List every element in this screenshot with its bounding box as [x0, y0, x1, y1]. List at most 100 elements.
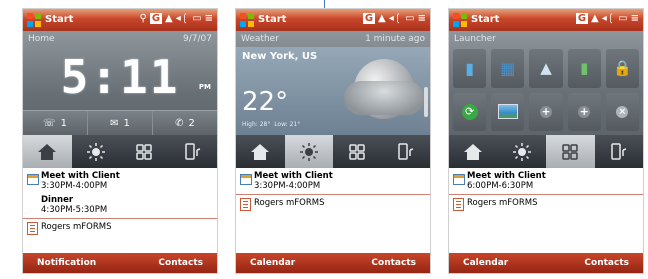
add-icon: +: [578, 104, 591, 118]
missed-call-icon: ✆: [175, 117, 184, 129]
launcher-slot-empty[interactable]: +: [567, 92, 601, 131]
tab-weather[interactable]: [498, 135, 547, 168]
appointment-title: Meet with Client: [41, 171, 120, 181]
today-list: Meet with Client 3:30PM-4:00PM Rogers mF…: [236, 168, 430, 254]
softkey-right[interactable]: Contacts: [371, 258, 416, 268]
appointment-title: Meet with Client: [467, 171, 546, 181]
launcher-slot[interactable]: ▮: [567, 49, 601, 88]
tab-home[interactable]: [23, 135, 72, 168]
home-panel: Home 9/7/07 5:11 PM ☏ 1 ✉ 1 ✆ 2: [23, 31, 217, 135]
battery-icon[interactable]: ▭: [192, 13, 201, 24]
signal-icon[interactable]: ▲: [378, 13, 386, 24]
launcher-slot-empty[interactable]: +: [529, 92, 563, 131]
voicemail-counter[interactable]: ☏ 1: [23, 111, 88, 135]
softkey-left[interactable]: Calendar: [463, 258, 508, 268]
softkey-bar: Calendar Contacts: [449, 253, 643, 273]
panel-title: Weather: [241, 34, 279, 44]
softkey-left[interactable]: Notification: [37, 258, 96, 268]
tab-launcher[interactable]: [546, 135, 595, 168]
launcher-slot[interactable]: 🔒: [605, 49, 639, 88]
g-network-icon: G: [575, 13, 589, 24]
today-list: Meet with Client 3:30PM-4:00PM Dinner 4:…: [23, 168, 217, 254]
softkey-right[interactable]: Contacts: [158, 258, 203, 268]
tab-settings[interactable]: [595, 135, 644, 168]
menu-icon[interactable]: ≡: [418, 13, 426, 24]
windows-flag-icon[interactable]: [239, 12, 255, 28]
divider: [23, 218, 217, 219]
list-item[interactable]: Meet with Client 3:30PM-4:00PM: [236, 171, 430, 191]
divider: [236, 194, 430, 195]
start-button[interactable]: Start: [45, 14, 73, 25]
date-label: 9/7/07: [183, 34, 212, 44]
voicemail-count: 1: [60, 117, 67, 129]
launcher-slot[interactable]: ▲: [529, 49, 563, 88]
launcher-slot[interactable]: ▮: [453, 49, 487, 88]
updated-label: 1 minute ago: [365, 34, 425, 44]
today-list: Meet with Client 6:00PM-6:30PM Rogers mF…: [449, 168, 643, 254]
volume-icon[interactable]: ◂❲: [602, 13, 615, 24]
tab-home[interactable]: [236, 135, 285, 168]
missed-call-count: 2: [188, 117, 195, 129]
list-item[interactable]: Meet with Client 3:30PM-4:00PM: [23, 171, 217, 191]
launcher-slot[interactable]: ⟳: [453, 92, 487, 131]
picture-app-icon: [497, 104, 518, 120]
launcher-slot[interactable]: ▦: [491, 49, 525, 88]
signal-icon[interactable]: ▲: [165, 13, 173, 24]
phone-screen-home: Start ⚲ G ▲ ◂❲ ▭ ≡ Home 9/7/07 5:11 PM ☏…: [22, 8, 218, 274]
list-item[interactable]: Rogers mFORMS: [449, 198, 643, 211]
grid-icon: [349, 143, 365, 160]
calendar-icon: [240, 174, 252, 185]
softkey-right[interactable]: Contacts: [584, 258, 629, 268]
menu-icon[interactable]: ≡: [205, 13, 213, 24]
panel-title: Home: [28, 34, 55, 44]
volume-icon[interactable]: ◂❲: [389, 13, 402, 24]
city-label[interactable]: New York, US: [242, 51, 317, 62]
list-item[interactable]: Dinner 4:30PM-5:30PM: [23, 195, 217, 215]
tab-settings[interactable]: [169, 135, 218, 168]
windows-flag-icon[interactable]: [452, 12, 468, 28]
tab-launcher[interactable]: [120, 135, 169, 168]
weather-panel: Weather 1 minute ago New York, US 22° Hi…: [236, 31, 430, 135]
sun-icon: [512, 142, 531, 161]
launcher-slot[interactable]: [491, 92, 525, 131]
ampm-label: PM: [198, 83, 211, 91]
start-button[interactable]: Start: [471, 14, 499, 25]
message-icon: ✉: [110, 117, 119, 129]
clock-time[interactable]: 5:11: [61, 50, 180, 104]
launcher-slot-empty[interactable]: ×: [605, 92, 639, 131]
tab-weather[interactable]: [72, 135, 121, 168]
menu-icon[interactable]: ≡: [631, 13, 639, 24]
tab-bar: [449, 135, 643, 168]
lock-app-icon: 🔒: [613, 59, 632, 78]
tab-weather[interactable]: [284, 135, 333, 168]
appointment-time: 4:30PM-5:30PM: [41, 205, 108, 215]
scroll-handle[interactable]: [424, 87, 428, 117]
missed-call-counter[interactable]: ✆ 2: [153, 111, 217, 135]
tab-settings[interactable]: [382, 135, 431, 168]
tab-home[interactable]: [449, 135, 498, 168]
softkey-left[interactable]: Calendar: [250, 258, 295, 268]
remove-icon: ×: [616, 105, 629, 118]
tab-bar: [23, 135, 217, 168]
phone-screen-weather: Start G ▲ ◂❲ ▭ ≡ Weather 1 minute ago Ne…: [235, 8, 431, 274]
high-low: High: 28° Low: 21°: [242, 121, 300, 128]
volume-icon[interactable]: ◂❲: [176, 13, 189, 24]
notification-icon[interactable]: ⚲: [140, 13, 147, 24]
sync-app-icon: ▮: [580, 59, 589, 78]
task-label: Rogers mFORMS: [254, 198, 325, 208]
calendar-icon: [27, 174, 39, 185]
add-icon: +: [539, 104, 552, 118]
tab-launcher[interactable]: [333, 135, 382, 168]
signal-icon[interactable]: ▲: [591, 13, 599, 24]
battery-icon[interactable]: ▭: [405, 13, 414, 24]
callout-line: [324, 0, 325, 8]
phone-music-icon: [185, 142, 200, 160]
start-button[interactable]: Start: [258, 14, 286, 25]
list-item[interactable]: Meet with Client 6:00PM-6:30PM: [449, 171, 643, 191]
message-counter[interactable]: ✉ 1: [88, 111, 153, 135]
phone-music-icon: [398, 142, 413, 160]
list-item[interactable]: Rogers mFORMS: [23, 222, 217, 235]
windows-flag-icon[interactable]: [26, 12, 42, 28]
battery-icon[interactable]: ▭: [618, 13, 627, 24]
list-item[interactable]: Rogers mFORMS: [236, 198, 430, 211]
